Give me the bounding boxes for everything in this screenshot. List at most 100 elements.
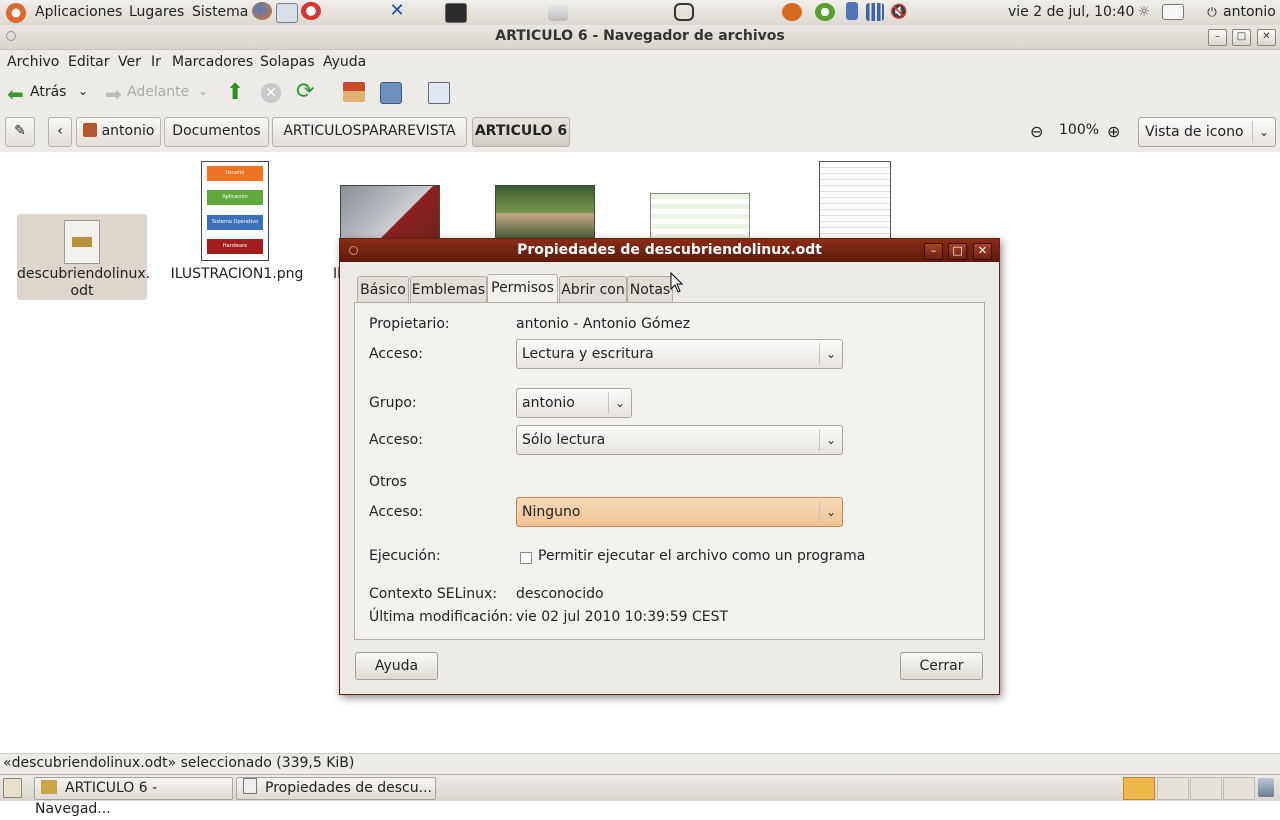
close-dialog-button[interactable]: Cerrar <box>900 652 983 680</box>
menu-solapas[interactable]: Solapas <box>260 54 315 70</box>
menu-archivo[interactable]: Archivo <box>7 54 59 70</box>
spreadsheet-thumbnail[interactable] <box>650 193 750 241</box>
dialog-minimize-button[interactable]: – <box>924 243 943 260</box>
execute-checkbox-label[interactable]: Permitir ejecutar el archivo como un pro… <box>538 548 865 564</box>
help-button[interactable]: Ayuda <box>355 652 438 680</box>
volume-muted-icon[interactable]: 🔇 <box>889 3 909 21</box>
window-titlebar[interactable]: ARTICULO 6 - Navegador de archivos – □ ✕ <box>0 25 1280 50</box>
menu-marcadores[interactable]: Marcadores <box>172 54 253 70</box>
file-name: ILUSTRACION1.png <box>170 266 304 282</box>
wireless-icon[interactable]: ☼ <box>1134 3 1154 21</box>
search-icon[interactable] <box>428 82 450 104</box>
terminal-icon[interactable] <box>445 3 467 23</box>
chevron-down-icon[interactable]: ⌄ <box>198 84 208 98</box>
envelope-icon[interactable] <box>1162 4 1184 20</box>
chevron-down-icon: ⌄ <box>819 429 842 451</box>
document-icon <box>64 220 100 264</box>
owner-access-label: Acceso: <box>369 346 423 362</box>
tab-emblemas[interactable]: Emblemas <box>410 276 487 303</box>
system-menu[interactable]: Sistema <box>192 4 248 20</box>
menu-ver[interactable]: Ver <box>118 54 141 70</box>
tab-permisos[interactable]: Permisos <box>487 274 558 304</box>
workspace-1[interactable] <box>1123 777 1155 800</box>
location-bar: ✎ ‹ antonio Documentos ARTICULOSPARAREVI… <box>0 113 1280 153</box>
ubuntu-logo-icon[interactable] <box>6 3 26 23</box>
menu-ayuda[interactable]: Ayuda <box>323 54 366 70</box>
reload-icon[interactable]: ⟳ <box>296 81 314 103</box>
computer-icon[interactable] <box>380 82 402 104</box>
breadcrumb-documentos[interactable]: Documentos <box>164 117 269 147</box>
status-icon[interactable] <box>815 3 835 21</box>
tab-basico[interactable]: Básico <box>357 276 409 303</box>
battery-icon[interactable] <box>846 2 858 20</box>
dialog-titlebar[interactable]: Propiedades de descubriendolinux.odt – □… <box>340 239 999 262</box>
places-menu[interactable]: Lugares <box>129 4 184 20</box>
group-select[interactable]: antonio ⌄ <box>516 388 632 418</box>
download-icon[interactable] <box>548 3 568 21</box>
breadcrumb-articulosapararevista[interactable]: ARTICULOSPARAREVISTA <box>272 117 467 147</box>
owner-access-select[interactable]: Lectura y escritura ⌄ <box>516 339 843 369</box>
network-icon[interactable] <box>866 3 884 21</box>
app-icon[interactable] <box>674 3 694 21</box>
dialog-close-button[interactable]: ✕ <box>973 243 992 260</box>
show-desktop-icon[interactable] <box>3 778 22 798</box>
home-folder-icon <box>82 123 97 137</box>
applications-menu[interactable]: Aplicaciones <box>35 4 122 20</box>
breadcrumb-left-button[interactable]: ‹ <box>48 117 72 147</box>
mail-icon[interactable] <box>276 3 298 23</box>
stop-icon[interactable]: ✕ <box>261 83 281 103</box>
task-file-browser[interactable]: ARTICULO 6 - Navegad... <box>34 777 233 817</box>
document-thumbnail[interactable] <box>819 161 891 241</box>
menu-ir[interactable]: Ir <box>151 54 161 70</box>
owner-label: Propietario: <box>369 316 450 332</box>
mouse-cursor-icon <box>670 272 684 293</box>
chevron-down-icon[interactable]: ⌄ <box>78 84 88 98</box>
forward-button[interactable]: ➡ Adelante ⌄ <box>103 81 213 107</box>
chevron-down-icon: ⌄ <box>1252 121 1275 143</box>
file-browser-icon <box>41 780 57 794</box>
close-button[interactable]: ✕ <box>1257 29 1276 46</box>
owner-access-value: Lectura y escritura <box>522 346 654 362</box>
properties-dialog: Propiedades de descubriendolinux.odt – □… <box>339 238 1000 695</box>
help-icon[interactable] <box>301 2 321 20</box>
chevron-down-icon: ⌄ <box>819 501 842 523</box>
modified-value: vie 02 jul 2010 10:39:59 CEST <box>516 609 729 625</box>
others-access-select[interactable]: Ninguno ⌄ <box>516 497 843 527</box>
zoom-level[interactable]: 100% <box>1059 122 1099 138</box>
clock[interactable]: vie 2 de jul, 10:40 <box>1008 4 1134 20</box>
breadcrumb-articulo6[interactable]: ARTICULO 6 <box>472 117 570 147</box>
tax-agency-icon[interactable]: ✕ <box>387 2 407 20</box>
workspace-2[interactable] <box>1157 777 1189 800</box>
user-menu[interactable]: antonio <box>1223 4 1276 20</box>
zoom-out-icon[interactable]: ⊖ <box>1030 122 1043 141</box>
thumb-layer-label: Sistema Operativo <box>207 215 263 230</box>
view-mode-select[interactable]: Vista de icono ⌄ <box>1138 117 1276 147</box>
tab-abrir-con[interactable]: Abrir con <box>559 276 627 303</box>
dialog-maximize-button[interactable]: □ <box>948 243 967 260</box>
menu-editar[interactable]: Editar <box>68 54 109 70</box>
workspace-3[interactable] <box>1190 777 1222 800</box>
minimize-button[interactable]: – <box>1208 29 1227 46</box>
up-arrow-icon[interactable]: ⬆ <box>226 82 244 104</box>
update-icon[interactable] <box>782 3 802 21</box>
trash-icon[interactable] <box>1258 778 1274 797</box>
file-item-png[interactable]: Usuario Aplicación Sistema Operativo Har… <box>170 160 304 290</box>
execute-checkbox[interactable] <box>520 552 532 564</box>
breadcrumb-antonio[interactable]: antonio <box>76 117 161 147</box>
task-properties[interactable]: Propiedades de descu... <box>236 777 436 800</box>
back-button[interactable]: ⬅ Atrás ⌄ <box>5 81 95 107</box>
photo-thumbnail-2[interactable] <box>495 185 595 241</box>
others-label: Otros <box>369 474 407 490</box>
tab-notas[interactable]: Notas <box>627 276 673 303</box>
thumb-layer-label: Hardware <box>207 239 263 254</box>
firefox-icon[interactable] <box>252 2 272 20</box>
edit-location-icon[interactable]: ✎ <box>5 117 35 147</box>
group-value: antonio <box>522 395 575 411</box>
maximize-button[interactable]: □ <box>1232 29 1251 46</box>
home-icon[interactable] <box>343 82 365 102</box>
file-item-odt[interactable]: descubriendolinux. odt <box>17 214 150 300</box>
workspace-4[interactable] <box>1223 777 1255 800</box>
group-access-select[interactable]: Sólo lectura ⌄ <box>516 425 843 455</box>
power-icon[interactable]: ⏻ <box>1205 3 1219 21</box>
zoom-in-icon[interactable]: ⊕ <box>1107 122 1120 141</box>
